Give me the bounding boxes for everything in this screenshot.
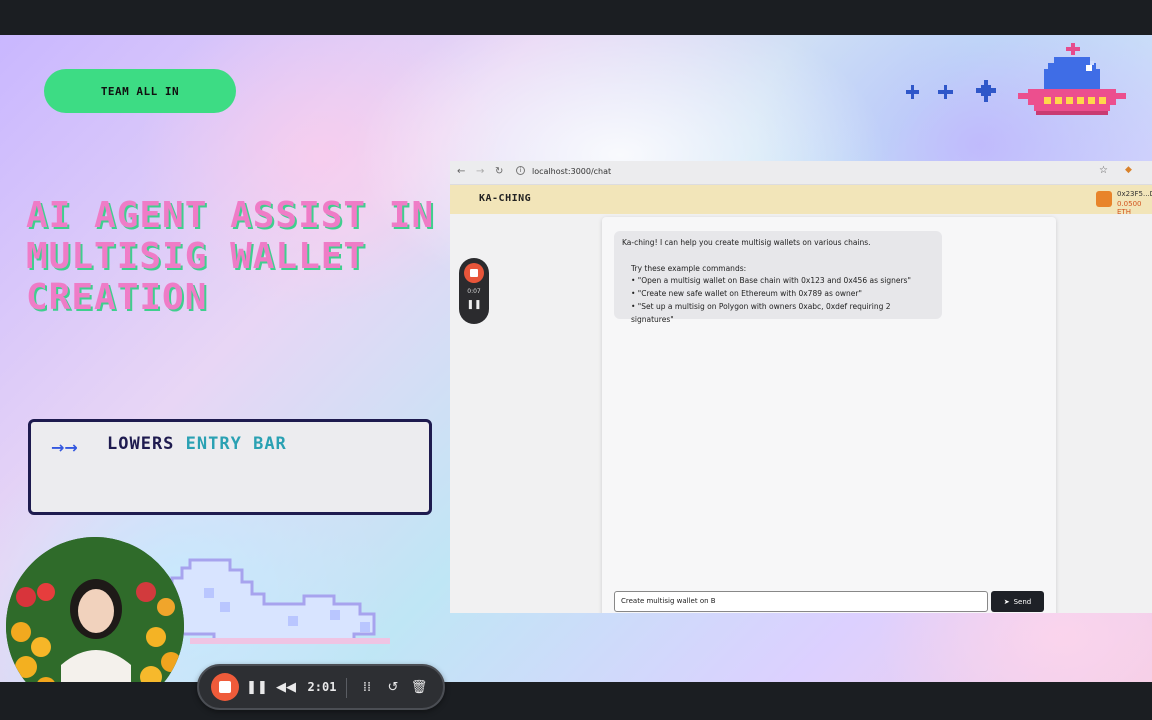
send-label: Send <box>1013 597 1032 606</box>
site-info-icon[interactable]: i <box>516 166 525 175</box>
mini-stop-icon[interactable] <box>464 263 484 283</box>
toolbar-divider <box>346 678 347 698</box>
message-line: • "Open a multisig wallet on Base chain … <box>631 276 911 286</box>
account-balance: 0.0500 ETH <box>1117 200 1142 216</box>
message-line: Ka-ching! I can help you create multisig… <box>622 238 871 247</box>
message-line: Try these example commands: <box>631 263 747 273</box>
top-letterbox <box>0 0 1152 35</box>
presentation-slide: TEAM ALL IN AI AGENT ASSIST IN MULTISIG … <box>0 35 1152 682</box>
pixel-ufo-icon <box>1018 43 1126 115</box>
presenter-avatar <box>6 537 184 682</box>
message-line: • "Create new safe wallet on Ethereum wi… <box>631 289 862 299</box>
arrow-icon: →→ <box>51 438 78 457</box>
pause-icon[interactable]: ❚❚ <box>246 676 268 698</box>
info-box: →→ LOWERS ENTRY BAR <box>28 419 432 515</box>
bookmark-star-icon[interactable]: ☆ <box>1099 165 1108 176</box>
info-text-word2: ENTRY BAR <box>185 434 287 454</box>
address-bar[interactable]: localhost:3000/chat <box>532 167 611 176</box>
stop-icon[interactable] <box>211 673 239 701</box>
pixel-cloud-icon <box>162 558 390 644</box>
mini-recorder-panel: 0:07 ❚❚ <box>459 258 489 324</box>
browser-window: ← → ↻ i localhost:3000/chat ☆ ◆ KA-CHING… <box>450 161 1152 613</box>
mini-pause-icon[interactable]: ❚❚ <box>459 300 489 310</box>
app-logo[interactable]: KA-CHING <box>479 193 531 204</box>
send-button[interactable]: ➤ Send <box>991 591 1044 612</box>
assistant-message: Ka-ching! I can help you create multisig… <box>614 231 942 324</box>
mini-recorder-time: 0:07 <box>467 288 481 295</box>
slide-title: AI AGENT ASSIST IN MULTISIG WALLET CREAT… <box>26 195 435 318</box>
chat-panel: Ka-ching! I can help you create multisig… <box>602 217 1056 613</box>
trash-icon[interactable]: 🗑 <box>409 676 429 698</box>
recorder-time: 2:01 <box>307 680 337 694</box>
avatar-photo <box>6 537 184 682</box>
info-text: LOWERS ENTRY BAR <box>107 434 287 454</box>
extension-icon[interactable]: ◆ <box>1125 165 1132 175</box>
team-badge: TEAM ALL IN <box>44 69 236 113</box>
browser-toolbar: ← → ↻ i localhost:3000/chat ☆ ◆ <box>450 161 1152 185</box>
restart-icon[interactable]: ↺ <box>383 676 403 698</box>
app-header: KA-CHING 0x23F5...D 0.0500 ETH <box>450 185 1152 216</box>
chat-input[interactable]: Create multisig wallet on B <box>614 591 988 612</box>
account-address[interactable]: 0x23F5...D <box>1117 190 1152 198</box>
reload-icon[interactable]: ↻ <box>495 166 503 177</box>
info-text-word1: LOWERS <box>107 434 175 454</box>
rewind-icon[interactable]: ◀◀ <box>275 676 297 698</box>
back-icon[interactable]: ← <box>457 166 465 177</box>
send-icon: ➤ <box>1003 597 1010 606</box>
recorder-toolbar: ❚❚ ◀◀ 2:01 ⁞⁞ ↺ 🗑 <box>197 664 445 710</box>
bottom-letterbox <box>0 682 1152 720</box>
account-avatar-icon[interactable] <box>1096 191 1112 207</box>
grid-icon[interactable]: ⁞⁞ <box>357 676 377 698</box>
forward-icon[interactable]: → <box>476 166 484 177</box>
message-line: • "Set up a multisig on Polygon with own… <box>631 301 891 324</box>
pixel-stars-icon <box>906 80 996 102</box>
